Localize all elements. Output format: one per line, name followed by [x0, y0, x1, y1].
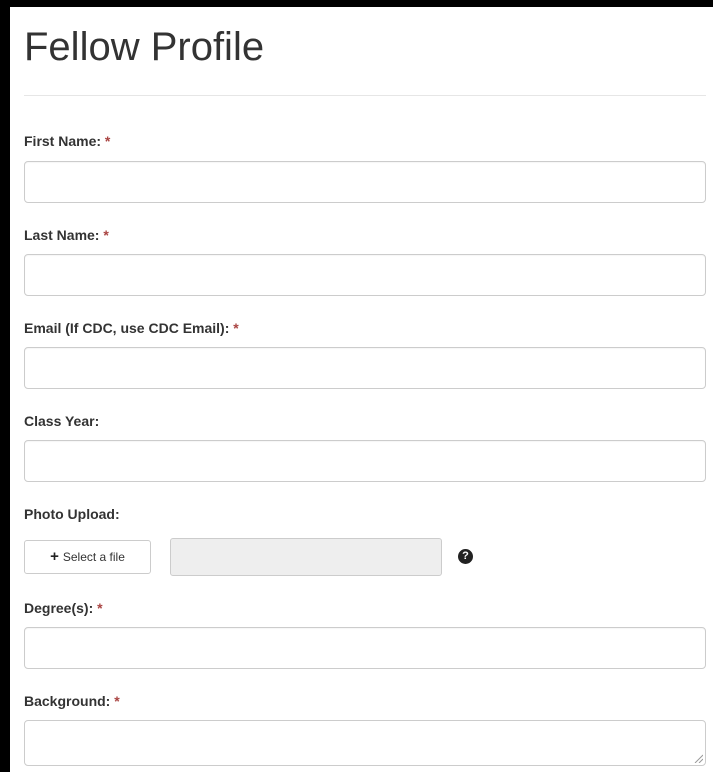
- required-mark: *: [114, 693, 120, 709]
- class-year-label-text: Class Year:: [24, 413, 100, 429]
- degrees-input[interactable]: [24, 627, 706, 669]
- select-file-button[interactable]: + Select a file: [24, 540, 151, 574]
- photo-upload-label: Photo Upload:: [24, 506, 120, 522]
- required-mark: *: [233, 320, 239, 336]
- last-name-input[interactable]: [24, 254, 706, 296]
- last-name-label-text: Last Name:: [24, 227, 100, 243]
- background-textarea[interactable]: [24, 720, 706, 766]
- plus-icon: +: [50, 548, 59, 565]
- selected-file-name-field: [170, 538, 442, 576]
- first-name-label: First Name: *: [24, 133, 110, 149]
- first-name-label-text: First Name:: [24, 133, 102, 149]
- question-circle-icon[interactable]: ?: [458, 549, 473, 564]
- page-title: Fellow Profile: [24, 25, 265, 69]
- title-divider: [24, 95, 706, 96]
- background-label-text: Background:: [24, 693, 111, 709]
- email-input[interactable]: [24, 347, 706, 389]
- last-name-label: Last Name: *: [24, 227, 109, 243]
- class-year-input[interactable]: [24, 440, 706, 482]
- first-name-input[interactable]: [24, 161, 706, 203]
- degrees-label-text: Degree(s):: [24, 600, 94, 616]
- email-label-text: Email (If CDC, use CDC Email):: [24, 320, 230, 336]
- textarea-resize-handle[interactable]: [693, 753, 703, 763]
- photo-upload-label-text: Photo Upload:: [24, 506, 120, 522]
- select-file-label: Select a file: [62, 550, 125, 564]
- required-mark: *: [104, 133, 111, 149]
- background-label: Background: *: [24, 693, 120, 709]
- required-mark: *: [103, 227, 109, 243]
- degrees-label: Degree(s): *: [24, 600, 103, 616]
- email-label: Email (If CDC, use CDC Email): *: [24, 320, 239, 336]
- class-year-label: Class Year:: [24, 413, 99, 429]
- screenshot-frame: Fellow Profile First Name: * Last Name: …: [0, 0, 713, 772]
- required-mark: *: [97, 600, 103, 616]
